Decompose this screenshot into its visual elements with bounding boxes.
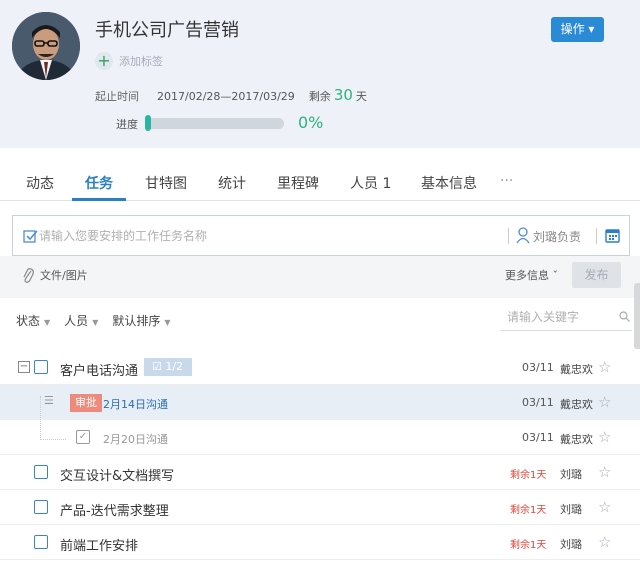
status-filter-label: 状态 (16, 314, 41, 328)
tab-more[interactable]: ··· (500, 173, 513, 201)
page-title: 手机公司广告营销 (95, 20, 239, 41)
caret-down-icon: ▼ (44, 318, 51, 327)
star-icon[interactable]: ☆ (598, 393, 611, 411)
progress-label: 进度 (116, 118, 138, 131)
tab-members[interactable]: 人员 1 (350, 173, 391, 201)
star-icon[interactable]: ☆ (598, 463, 611, 481)
collapse-toggle[interactable]: − (18, 361, 30, 373)
progress-bar (145, 118, 284, 129)
subtask-name[interactable]: 2月14日沟通 (103, 396, 168, 412)
publish-button[interactable]: 发布 (572, 262, 621, 288)
tab-basic-info[interactable]: 基本信息 (421, 173, 477, 201)
keyword-input[interactable] (507, 310, 612, 324)
tab-statistics[interactable]: 统计 (218, 173, 246, 201)
task-checkbox[interactable] (34, 360, 48, 374)
task-assignee: 刘璐 (560, 468, 582, 481)
star-icon[interactable]: ☆ (598, 358, 611, 376)
task-assignee: 戴忠欢 (560, 363, 593, 376)
paperclip-icon[interactable] (22, 266, 34, 284)
star-icon[interactable]: ☆ (598, 533, 611, 551)
task-checkbox[interactable] (34, 465, 48, 479)
task-name[interactable]: 产品-迭代需求整理 (60, 500, 169, 519)
task-date: 03/11 (522, 396, 554, 409)
task-date: 03/11 (522, 361, 554, 374)
checklist-icon: ☑ (152, 360, 162, 373)
assignee-selector[interactable]: 刘璐负责 (533, 228, 581, 245)
tab-gantt[interactable]: 甘特图 (145, 173, 187, 201)
divider (596, 228, 597, 244)
add-tag-button[interactable]: + 添加标签 (95, 52, 163, 70)
date-range[interactable]: 2017/02/28—2017/03/29 (157, 90, 295, 103)
sort-selector[interactable]: 默认排序 ▼ (112, 312, 170, 329)
task-name[interactable]: 交互设计&文档撰写 (60, 465, 174, 484)
subtask-row[interactable]: ☰ 审批 2月14日沟通 03/11 戴忠欢 ☆ (0, 385, 640, 420)
task-checkbox[interactable] (34, 500, 48, 514)
calendar-icon[interactable] (605, 228, 620, 243)
divider (508, 228, 509, 244)
task-date: 03/11 (522, 431, 554, 444)
progress-knob[interactable] (145, 115, 151, 131)
task-assignee: 戴忠欢 (560, 433, 593, 446)
remaining-days: 30 (333, 86, 353, 104)
actions-button[interactable]: 操作 ▾ (551, 17, 604, 42)
more-info-button[interactable]: 更多信息 ˇ (505, 267, 558, 283)
due-remaining: 剩余1天 (510, 540, 547, 551)
people-filter[interactable]: 人员 ▼ (64, 312, 98, 329)
new-task-box: 刘璐负责 (12, 215, 630, 256)
task-row[interactable]: 前端工作安排 剩余1天 刘璐 ☆ (0, 525, 640, 560)
tab-tasks[interactable]: 任务 (72, 173, 126, 201)
subtask-count: 1/2 (165, 360, 184, 373)
task-name[interactable]: 客户电话沟通 (60, 360, 138, 379)
caret-down-icon: ▼ (164, 318, 171, 327)
task-assignee: 戴忠欢 (560, 398, 593, 411)
task-row[interactable]: 产品-迭代需求整理 剩余1天 刘璐 ☆ (0, 490, 640, 525)
approval-badge: 审批 (70, 394, 102, 412)
task-assignee: 刘璐 (560, 538, 582, 551)
remaining-label: 剩余 (308, 90, 331, 103)
task-check-icon (23, 230, 38, 243)
filter-bar: 状态 ▼ 人员 ▼ 默认排序 ▼ (16, 312, 185, 329)
people-filter-label: 人员 (64, 314, 89, 328)
date-info: 起止时间 2017/02/28—2017/03/29 剩余 30 天 (95, 86, 367, 104)
tab-milestones[interactable]: 里程碑 (277, 173, 319, 201)
attach-files-button[interactable]: 文件/图片 (40, 267, 88, 283)
sort-label: 默认排序 (112, 314, 161, 328)
search-icon[interactable] (619, 311, 630, 322)
status-filter[interactable]: 状态 ▼ (16, 312, 50, 329)
task-options-bar: 文件/图片 更多信息 ˇ 发布 (0, 256, 640, 298)
star-icon[interactable]: ☆ (598, 498, 611, 516)
person-icon (516, 227, 530, 244)
tab-activity[interactable]: 动态 (26, 173, 54, 201)
start-end-label: 起止时间 (95, 90, 139, 103)
task-name[interactable]: 前端工作安排 (60, 535, 138, 554)
keyword-search (500, 305, 632, 331)
subtask-name[interactable]: 2月20日沟通 (103, 431, 168, 447)
avatar[interactable] (12, 12, 80, 80)
days-unit: 天 (355, 90, 367, 103)
plus-icon: + (95, 52, 113, 70)
avatar-image (12, 12, 80, 80)
caret-down-icon: ▼ (92, 318, 99, 327)
project-header: 手机公司广告营销 操作 ▾ + 添加标签 起止时间 2017/02/28—201… (0, 0, 640, 148)
progress-percent: 0% (298, 113, 324, 132)
task-row[interactable]: − 客户电话沟通 ☑ 1/2 03/11 戴忠欢 ☆ (0, 350, 640, 385)
due-remaining: 剩余1天 (510, 505, 547, 516)
subtask-row[interactable]: ✓ 2月20日沟通 03/11 戴忠欢 ☆ (0, 420, 640, 455)
add-tag-label: 添加标签 (119, 55, 163, 68)
tab-bar: 动态 任务 甘特图 统计 里程碑 人员 1 基本信息 ··· (0, 167, 640, 201)
star-icon[interactable]: ☆ (598, 428, 611, 446)
task-checkbox[interactable] (34, 535, 48, 549)
side-panel-handle[interactable] (634, 283, 640, 349)
due-remaining: 剩余1天 (510, 470, 547, 481)
completed-checkbox[interactable]: ✓ (76, 430, 90, 444)
task-name-input[interactable] (39, 227, 489, 245)
tree-connector (40, 396, 66, 440)
subtask-count-badge: ☑ 1/2 (144, 358, 192, 376)
task-assignee: 刘璐 (560, 503, 582, 516)
task-row[interactable]: 交互设计&文档撰写 剩余1天 刘璐 ☆ (0, 455, 640, 490)
